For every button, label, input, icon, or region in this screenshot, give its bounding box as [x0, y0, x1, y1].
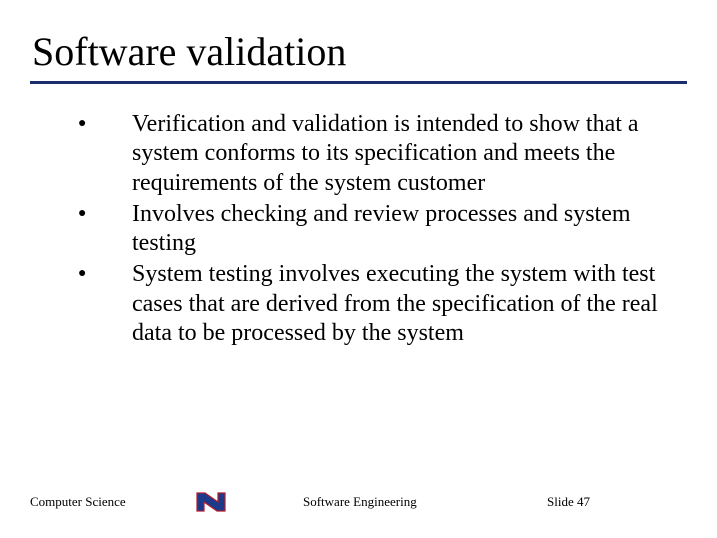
- logo-icon: [195, 490, 243, 514]
- footer-slide-number: Slide 47: [547, 494, 687, 510]
- slide-number-value: 47: [577, 494, 590, 509]
- bullet-text: Involves checking and review processes a…: [132, 200, 667, 259]
- slide-label: Slide: [547, 494, 574, 509]
- footer-left-text: Computer Science: [30, 494, 195, 510]
- bullet-icon: ●: [78, 110, 132, 138]
- bullet-icon: ●: [78, 260, 132, 288]
- bullet-text: System testing involves executing the sy…: [132, 260, 667, 348]
- list-item: ● System testing involves executing the …: [78, 260, 667, 348]
- list-item: ● Involves checking and review processes…: [78, 200, 667, 259]
- footer-center-text: Software Engineering: [243, 494, 547, 510]
- bullet-icon: ●: [78, 200, 132, 228]
- bullet-text: Verification and validation is intended …: [132, 110, 667, 198]
- list-item: ● Verification and validation is intende…: [78, 110, 667, 198]
- slide-title: Software validation: [30, 28, 687, 75]
- footer: Computer Science Software Engineering Sl…: [0, 490, 717, 514]
- slide: Software validation ● Verification and v…: [0, 0, 717, 538]
- content-area: ● Verification and validation is intende…: [30, 110, 687, 348]
- title-underline: [30, 81, 687, 84]
